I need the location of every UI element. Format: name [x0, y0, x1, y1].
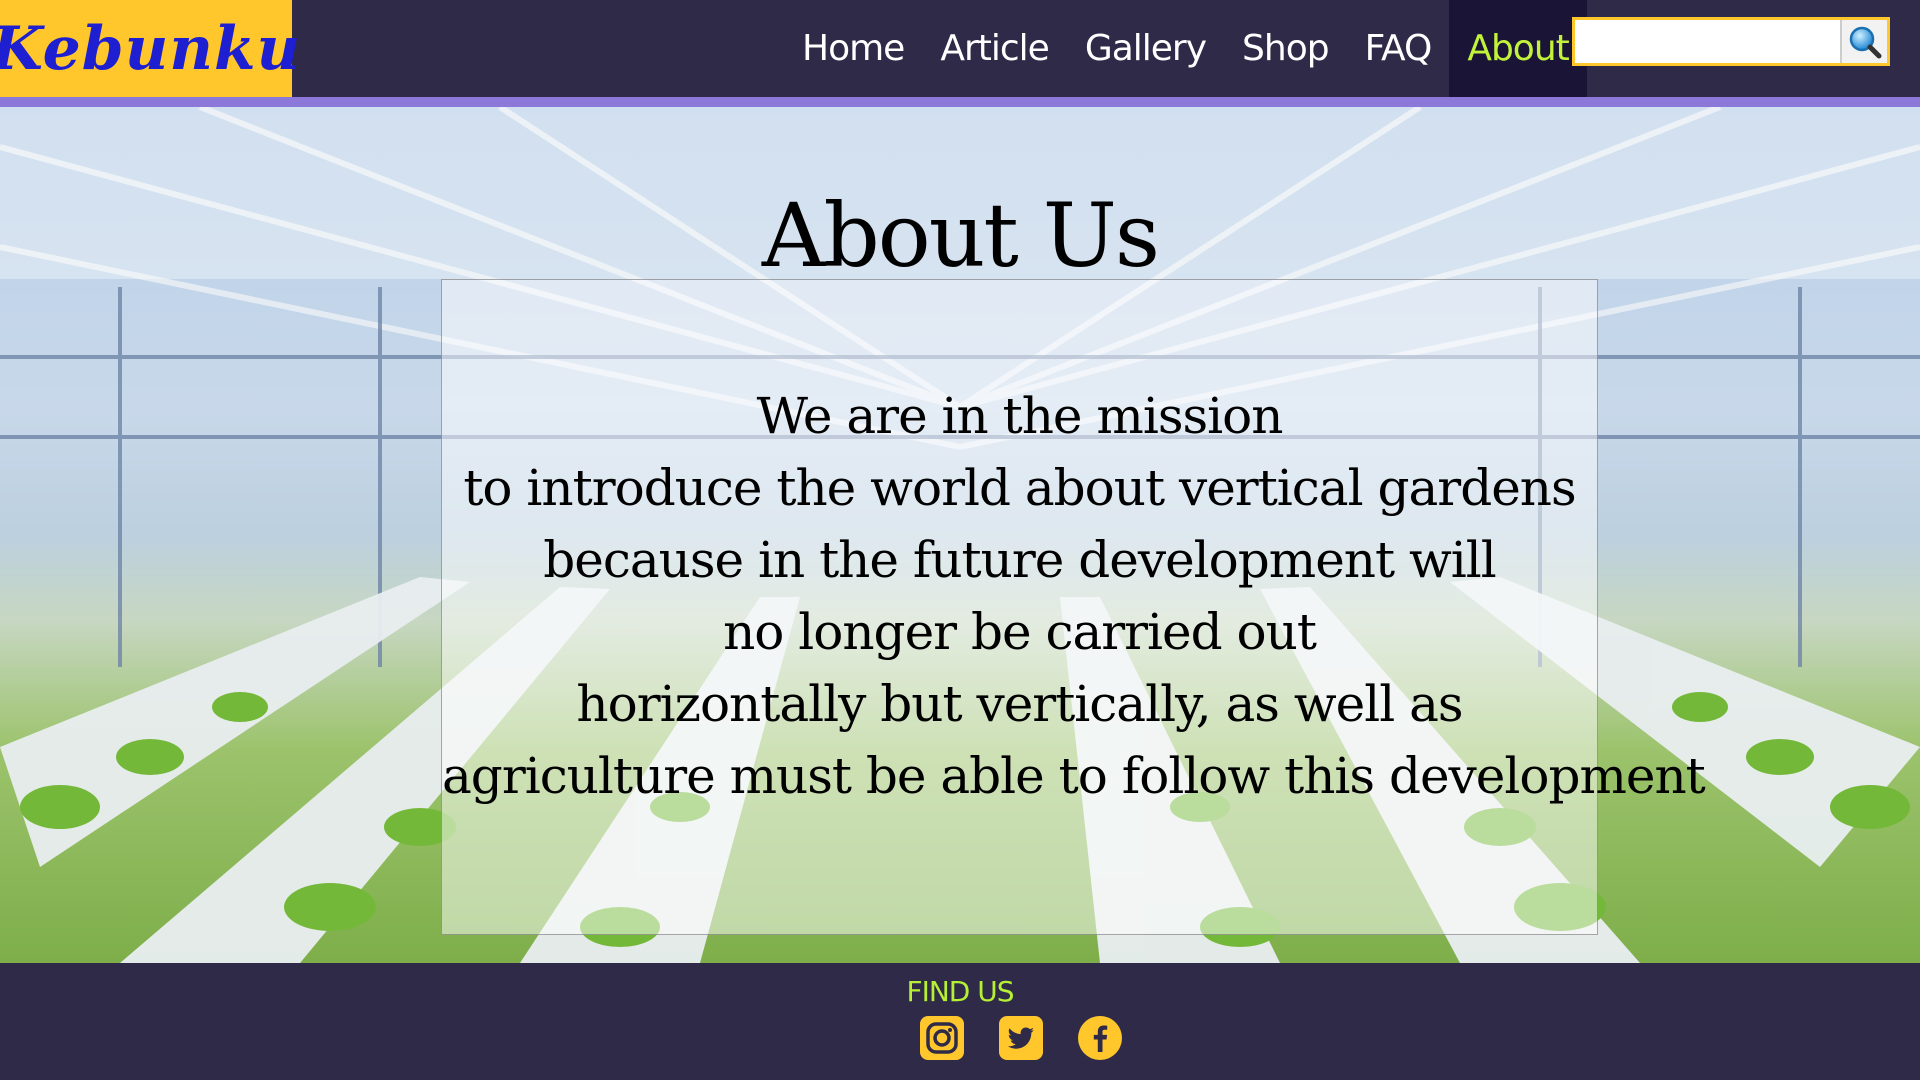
- nav-item-gallery[interactable]: Gallery: [1067, 0, 1224, 97]
- page-title: About Us: [761, 183, 1160, 287]
- twitter-icon[interactable]: [998, 1015, 1044, 1061]
- nav-accent-line: [0, 97, 1920, 107]
- facebook-icon[interactable]: [1077, 1015, 1123, 1061]
- mission-statement-box: We are in the mission to introduce the w…: [441, 279, 1706, 935]
- search-button[interactable]: [1840, 20, 1887, 63]
- mission-line: to introduce the world about vertical ga…: [463, 459, 1576, 517]
- logo[interactable]: Kebunku: [0, 0, 300, 97]
- mission-line: because in the future development will: [543, 531, 1497, 589]
- mission-line: horizontally but vertically, as well as: [576, 675, 1463, 733]
- mission-line: no longer be carried out: [723, 603, 1317, 661]
- nav-item-home[interactable]: Home: [784, 0, 922, 97]
- search-bar: [1572, 17, 1890, 66]
- logo-text: Kebunku: [0, 13, 302, 84]
- nav-item-faq[interactable]: FAQ: [1347, 0, 1450, 97]
- about-hero: About Us We are in the mission to introd…: [0, 107, 1920, 963]
- mission-statement: We are in the mission to introduce the w…: [442, 380, 1706, 812]
- mission-line: We are in the mission: [756, 387, 1284, 445]
- search-icon: [1849, 26, 1881, 58]
- footer: FIND US: [0, 963, 1920, 1080]
- search-input[interactable]: [1575, 20, 1840, 63]
- social-links: [919, 1015, 1123, 1061]
- instagram-icon[interactable]: [919, 1015, 965, 1061]
- main-nav: Home Article Gallery Shop FAQ About: [784, 0, 1587, 97]
- nav-item-article[interactable]: Article: [922, 0, 1067, 97]
- find-us-heading: FIND US: [906, 975, 1014, 1008]
- nav-item-about[interactable]: About: [1449, 0, 1587, 97]
- nav-item-shop[interactable]: Shop: [1224, 0, 1347, 97]
- top-navbar: Kebunku Home Article Gallery Shop FAQ Ab…: [0, 0, 1920, 97]
- mission-line: agriculture must be able to follow this …: [442, 747, 1706, 805]
